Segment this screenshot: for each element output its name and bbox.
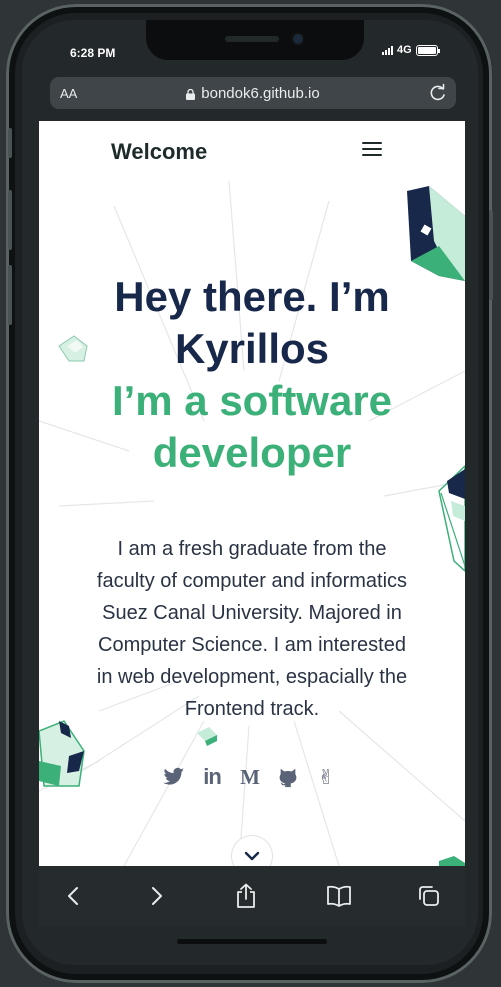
site-title[interactable]: Welcome: [111, 139, 207, 165]
medium-glyph: M: [240, 764, 260, 789]
medium-icon[interactable]: M: [238, 765, 262, 789]
status-time: 6:28 PM: [70, 46, 116, 60]
battery-icon: [415, 44, 440, 56]
lock-icon: [186, 89, 196, 100]
volume-up-button: [8, 190, 12, 250]
social-links: in M ✌: [162, 764, 338, 789]
victory-hand-glyph: ✌: [317, 765, 335, 789]
bio-line: I am a fresh graduate from the: [117, 538, 387, 560]
chevron-left-icon: [68, 887, 78, 905]
bio-paragraph: I am a fresh graduate from the faculty o…: [63, 533, 441, 725]
menu-icon[interactable]: [362, 142, 382, 158]
bookmarks-button[interactable]: [325, 882, 353, 910]
hero-line-1: Hey there. I’m: [114, 273, 390, 320]
bio-line: Suez Canal University. Majored in: [102, 602, 402, 624]
cube-decoration-bottom-right: [439, 856, 465, 866]
volume-down-button: [8, 265, 12, 325]
hero-line-4: developer: [152, 429, 352, 476]
linkedin-glyph: in: [203, 764, 222, 789]
hero-line-2: Kyrillos: [174, 325, 330, 372]
tabs-button[interactable]: [415, 882, 443, 910]
cube-decoration-right: [438, 464, 465, 573]
signal-icon: [382, 45, 393, 55]
tabs-icon: [419, 886, 439, 906]
share-icon: [237, 883, 255, 908]
linkedin-icon[interactable]: in: [200, 764, 224, 789]
speaker-grille: [225, 36, 279, 42]
background-decoration: [39, 180, 465, 866]
chevron-right-icon: [152, 887, 162, 905]
cube-decoration-small: [197, 727, 217, 746]
bio-line: Frontend track.: [184, 698, 320, 720]
forward-button[interactable]: [143, 882, 171, 910]
url-display[interactable]: bondok6.github.io: [50, 85, 456, 102]
bio-line: in web development, espacially the: [96, 666, 408, 688]
bio-line: Computer Science. I am interested: [98, 634, 406, 656]
back-button[interactable]: [59, 882, 87, 910]
url-text: bondok6.github.io: [201, 85, 320, 102]
share-button[interactable]: [232, 882, 260, 910]
chevron-down-icon: [244, 851, 260, 861]
cube-decoration-bottom-left: [39, 720, 85, 787]
twitter-icon[interactable]: [162, 765, 186, 789]
github-icon[interactable]: [276, 765, 300, 789]
home-indicator[interactable]: [177, 939, 327, 944]
reload-icon[interactable]: [428, 83, 448, 103]
book-icon: [327, 885, 351, 907]
browser-toolbar: [39, 866, 465, 926]
mute-switch: [8, 128, 12, 158]
status-indicators: 4G: [382, 44, 440, 56]
hero-line-3: I’m a software: [111, 377, 393, 424]
front-camera: [293, 34, 303, 44]
web-page: Welcome Hey there. I’m Kyrillos I’m a so…: [39, 121, 465, 866]
address-bar[interactable]: AA bondok6.github.io: [50, 77, 456, 109]
hero-role: I’m a software developer: [39, 375, 465, 479]
bio-line: faculty of computer and informatics: [96, 570, 408, 592]
victory-hand-icon[interactable]: ✌: [314, 765, 338, 789]
hero-greeting: Hey there. I’m Kyrillos: [39, 271, 465, 375]
power-button: [489, 210, 493, 300]
cube-decoration-top-right: [407, 186, 465, 281]
network-type: 4G: [397, 44, 412, 56]
